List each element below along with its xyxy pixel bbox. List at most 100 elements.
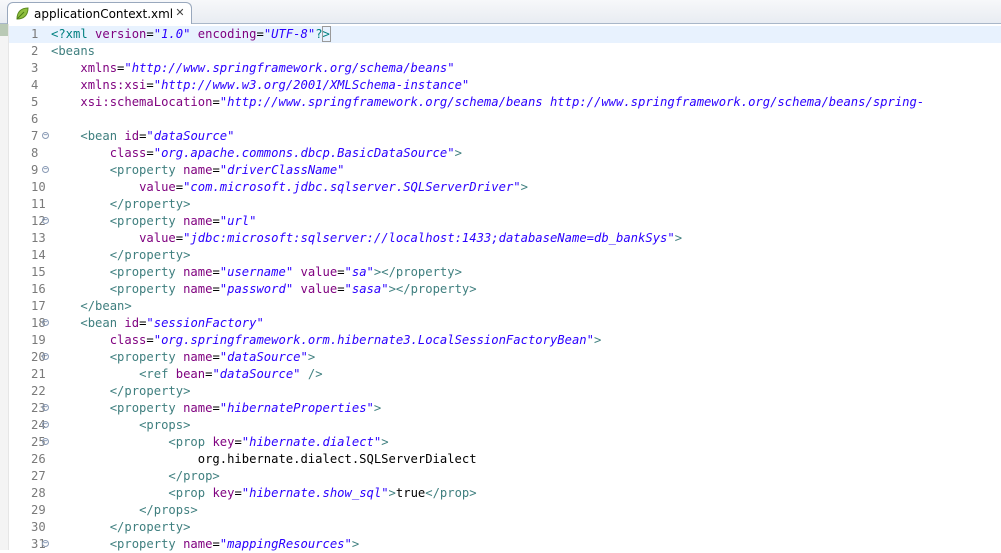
code-token: ? — [315, 27, 323, 41]
code-text: <prop key="hibernate.show_sql">true</pro… — [51, 485, 476, 502]
collapse-icon[interactable]: − — [42, 217, 49, 224]
collapse-icon[interactable]: − — [42, 353, 49, 360]
code-token: = — [212, 282, 220, 296]
code-token: <property — [109, 350, 184, 364]
code-text: </property> — [51, 519, 191, 536]
collapse-icon[interactable]: − — [42, 404, 49, 411]
code-line[interactable]: 7− <bean id="dataSource" — [9, 128, 1001, 145]
code-token: key — [212, 435, 235, 449]
code-token: "sasa" — [344, 282, 389, 296]
collapse-icon[interactable]: − — [42, 540, 49, 547]
code-line[interactable]: 22 </property> — [9, 383, 1001, 400]
close-icon[interactable]: ✕ — [174, 7, 186, 19]
line-number: 28 — [31, 486, 46, 500]
code-line[interactable]: 21 <ref bean="dataSource" /> — [9, 366, 1001, 383]
code-text: </property> — [51, 383, 191, 400]
code-line[interactable]: 1 <?xml version="1.0" encoding="UTF-8"?> — [9, 26, 1001, 43]
code-line[interactable]: 14 </property> — [9, 247, 1001, 264]
code-line[interactable]: 31− <property name="mappingResources"> — [9, 536, 1001, 553]
code-line[interactable]: 29 </props> — [9, 502, 1001, 519]
code-line[interactable]: 10 value="com.microsoft.jdbc.sqlserver.S… — [9, 179, 1001, 196]
line-number: 11 — [31, 197, 46, 211]
collapse-icon[interactable]: − — [42, 132, 49, 139]
code-text: <property name="dataSource"> — [51, 349, 315, 366]
code-line[interactable]: 11 </property> — [9, 196, 1001, 213]
collapse-icon[interactable]: − — [42, 421, 49, 428]
xml-source-editor[interactable]: 1 <?xml version="1.0" encoding="UTF-8"?> 2… — [0, 24, 1001, 553]
code-line[interactable]: 15 <property name="username" value="sa">… — [9, 264, 1001, 281]
code-token: /> — [307, 367, 323, 381]
code-line[interactable]: 18− <bean id="sessionFactory" — [9, 315, 1001, 332]
code-token: xmlns:xsi — [80, 78, 147, 92]
collapse-icon[interactable]: − — [42, 166, 49, 173]
code-line[interactable]: 16 <property name="password" value="sasa… — [9, 281, 1001, 298]
code-token: = — [146, 146, 154, 160]
line-number: 30 — [31, 520, 46, 534]
overview-ruler — [0, 24, 9, 550]
code-line[interactable]: 20− <property name="dataSource"> — [9, 349, 1001, 366]
code-line[interactable]: 3 xmlns="http://www.springframework.org/… — [9, 60, 1001, 77]
code-token: value — [300, 282, 338, 296]
code-line[interactable]: 25− <prop key="hibernate.dialect"> — [9, 434, 1001, 451]
code-text: class="org.apache.commons.dbcp.BasicData… — [51, 145, 462, 162]
code-line[interactable]: 26 org.hibernate.dialect.SQLServerDialec… — [9, 451, 1001, 468]
code-line[interactable]: 30 </property> — [9, 519, 1001, 536]
line-number: 8 — [31, 146, 39, 160]
code-token: > — [520, 180, 528, 194]
code-token: <property — [109, 537, 184, 551]
code-token: <prop — [168, 486, 213, 500]
code-token: </property> — [109, 248, 191, 262]
code-line[interactable]: 9− <property name="driverClassName" — [9, 162, 1001, 179]
code-token: "hibernateProperties" — [219, 401, 374, 415]
tab-application-context[interactable]: applicationContext.xml ✕ — [7, 2, 192, 24]
code-line[interactable]: 24− <props> — [9, 417, 1001, 434]
code-line[interactable]: 17 </bean> — [9, 298, 1001, 315]
code-token: "password" — [219, 282, 294, 296]
code-line[interactable]: 5 xsi:schemaLocation="http://www.springf… — [9, 94, 1001, 111]
collapse-icon[interactable]: − — [42, 438, 49, 445]
line-number: 22 — [31, 384, 46, 398]
code-line[interactable]: 13 value="jdbc:microsoft:sqlserver://loc… — [9, 230, 1001, 247]
code-line[interactable]: 4 xmlns:xsi="http://www.w3.org/2001/XMLS… — [9, 77, 1001, 94]
code-token: "1.0" — [153, 27, 191, 41]
code-token: = — [337, 265, 345, 279]
code-text: <property name="url" — [51, 213, 257, 230]
code-token: = — [146, 27, 154, 41]
code-text: xmlns="http://www.springframework.org/sc… — [51, 60, 454, 77]
code-token: <bean — [80, 129, 125, 143]
code-text: <props> — [51, 417, 190, 434]
collapse-icon[interactable]: − — [42, 319, 49, 326]
code-token: = — [175, 231, 184, 245]
xml-leaf-icon — [16, 7, 29, 20]
code-text: </prop> — [51, 468, 219, 485]
code-token: value — [139, 231, 176, 245]
code-token: <property — [109, 214, 184, 228]
code-line[interactable]: 19 class="org.springframework.orm.hibern… — [9, 332, 1001, 349]
code-token: <bean — [80, 316, 125, 330]
code-token: = — [234, 435, 242, 449]
code-line[interactable]: 23− <property name="hibernateProperties"… — [9, 400, 1001, 417]
code-token: <property — [109, 265, 184, 279]
line-number: 21 — [31, 367, 46, 381]
code-line[interactable]: 6 — [9, 111, 1001, 128]
line-number: 2 — [31, 44, 39, 58]
code-token: "hibernate.dialect" — [241, 435, 382, 449]
code-text: <property name="password" value="sasa"><… — [51, 281, 477, 298]
code-line[interactable]: 12− <property name="url" — [9, 213, 1001, 230]
code-line[interactable]: 8 class="org.apache.commons.dbcp.BasicDa… — [9, 145, 1001, 162]
code-token: <property — [109, 401, 184, 415]
code-line[interactable]: 27 </prop> — [9, 468, 1001, 485]
code-token: version — [95, 27, 147, 41]
code-token: name — [183, 282, 213, 296]
code-line[interactable]: 2 <beans — [9, 43, 1001, 60]
code-line[interactable]: 28 <prop key="hibernate.show_sql">true</… — [9, 485, 1001, 502]
line-number: 14 — [31, 248, 46, 262]
